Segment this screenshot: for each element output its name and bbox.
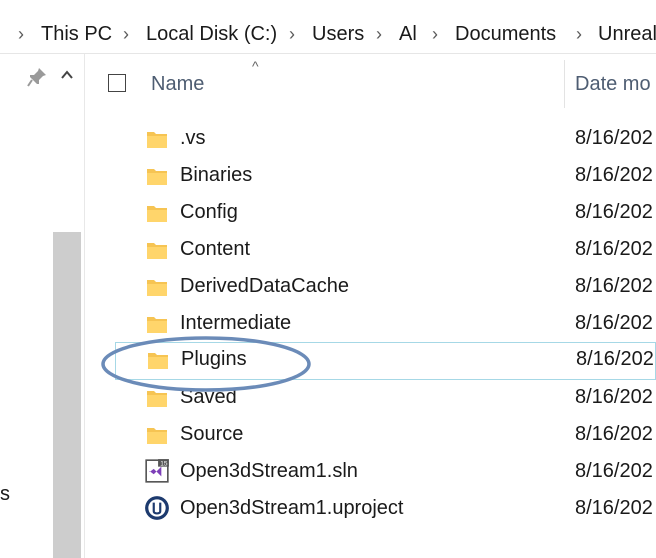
file-row[interactable]: Intermediate 8/16/202 [100, 306, 656, 343]
folder-icon [148, 353, 168, 369]
file-row-hovered[interactable]: Plugins 8/16/202 [115, 342, 656, 380]
file-name: Source [180, 423, 244, 445]
file-row[interactable]: DerivedDataCache 8/16/202 [100, 269, 656, 306]
folder-icon [147, 317, 167, 333]
breadcrumb-users[interactable]: Users [312, 0, 364, 53]
file-date: 8/16/202 [575, 238, 653, 260]
folder-icon [147, 132, 167, 148]
file-date: 8/16/202 [575, 312, 653, 334]
column-header-name[interactable]: Name [151, 73, 204, 96]
folder-icon [147, 206, 167, 222]
file-row[interactable]: Source 8/16/202 [100, 417, 656, 454]
file-name: Content [180, 238, 251, 260]
folder-icon [147, 169, 167, 185]
file-date: 8/16/202 [575, 386, 653, 408]
file-name: Intermediate [180, 312, 292, 334]
breadcrumb-al[interactable]: Al [399, 0, 417, 53]
file-date: 8/16/202 [575, 201, 653, 223]
visual-studio-solution-icon: 15 [145, 459, 169, 483]
navigation-pane: s [0, 54, 85, 558]
pin-icon[interactable] [26, 66, 48, 88]
file-date: 8/16/202 [575, 127, 653, 149]
chevron-right-icon[interactable]: › [123, 0, 129, 53]
file-name: Config [180, 201, 238, 223]
file-date: 8/16/202 [576, 348, 654, 370]
folder-icon [147, 391, 167, 407]
chevron-right-icon[interactable]: › [432, 0, 438, 53]
file-date: 8/16/202 [575, 497, 653, 519]
file-name: Open3dStream1.uproject [180, 497, 404, 519]
file-date: 8/16/202 [575, 275, 653, 297]
file-name: .vs [180, 127, 206, 149]
chevron-right-icon[interactable]: › [576, 0, 582, 53]
sort-ascending-icon: ^ [252, 58, 259, 74]
column-header-date-modified[interactable]: Date mo [575, 73, 651, 96]
file-row[interactable]: .vs 8/16/202 [100, 121, 656, 158]
chevron-right-icon[interactable]: › [18, 0, 24, 53]
address-bar-breadcrumb: › This PC › Local Disk (C:) › Users › Al… [0, 0, 656, 54]
file-date: 8/16/202 [575, 423, 653, 445]
breadcrumb-this-pc[interactable]: This PC [41, 0, 112, 53]
chevron-right-icon[interactable]: › [289, 0, 295, 53]
file-row[interactable]: Saved 8/16/202 [100, 380, 656, 417]
column-divider[interactable] [564, 60, 565, 108]
nav-item-label[interactable]: s [0, 483, 10, 506]
svg-text:15: 15 [160, 461, 168, 468]
folder-icon [147, 428, 167, 444]
file-name: Plugins [181, 348, 247, 370]
file-row[interactable]: 15 Open3dStream1.sln 8/16/202 [100, 454, 656, 491]
scrollbar-thumb[interactable] [53, 232, 81, 558]
file-name: DerivedDataCache [180, 275, 349, 297]
scroll-up-icon[interactable] [58, 66, 76, 84]
chevron-right-icon[interactable]: › [376, 0, 382, 53]
file-name: Binaries [180, 164, 253, 186]
breadcrumb-local-disk[interactable]: Local Disk (C:) [146, 0, 277, 53]
folder-icon [147, 243, 167, 259]
unreal-engine-icon [145, 496, 169, 520]
file-row[interactable]: Open3dStream1.uproject 8/16/202 [100, 491, 656, 528]
breadcrumb-documents[interactable]: Documents [455, 0, 556, 53]
file-date: 8/16/202 [575, 460, 653, 482]
file-name: Open3dStream1.sln [180, 460, 358, 482]
file-row[interactable]: Content 8/16/202 [100, 232, 656, 269]
folder-icon [147, 280, 167, 296]
file-name: Saved [180, 386, 237, 408]
file-date: 8/16/202 [575, 164, 653, 186]
file-row[interactable]: Binaries 8/16/202 [100, 158, 656, 195]
file-row[interactable]: Config 8/16/202 [100, 195, 656, 232]
breadcrumb-unreal[interactable]: Unreal [598, 0, 656, 53]
select-all-checkbox[interactable] [108, 74, 126, 92]
